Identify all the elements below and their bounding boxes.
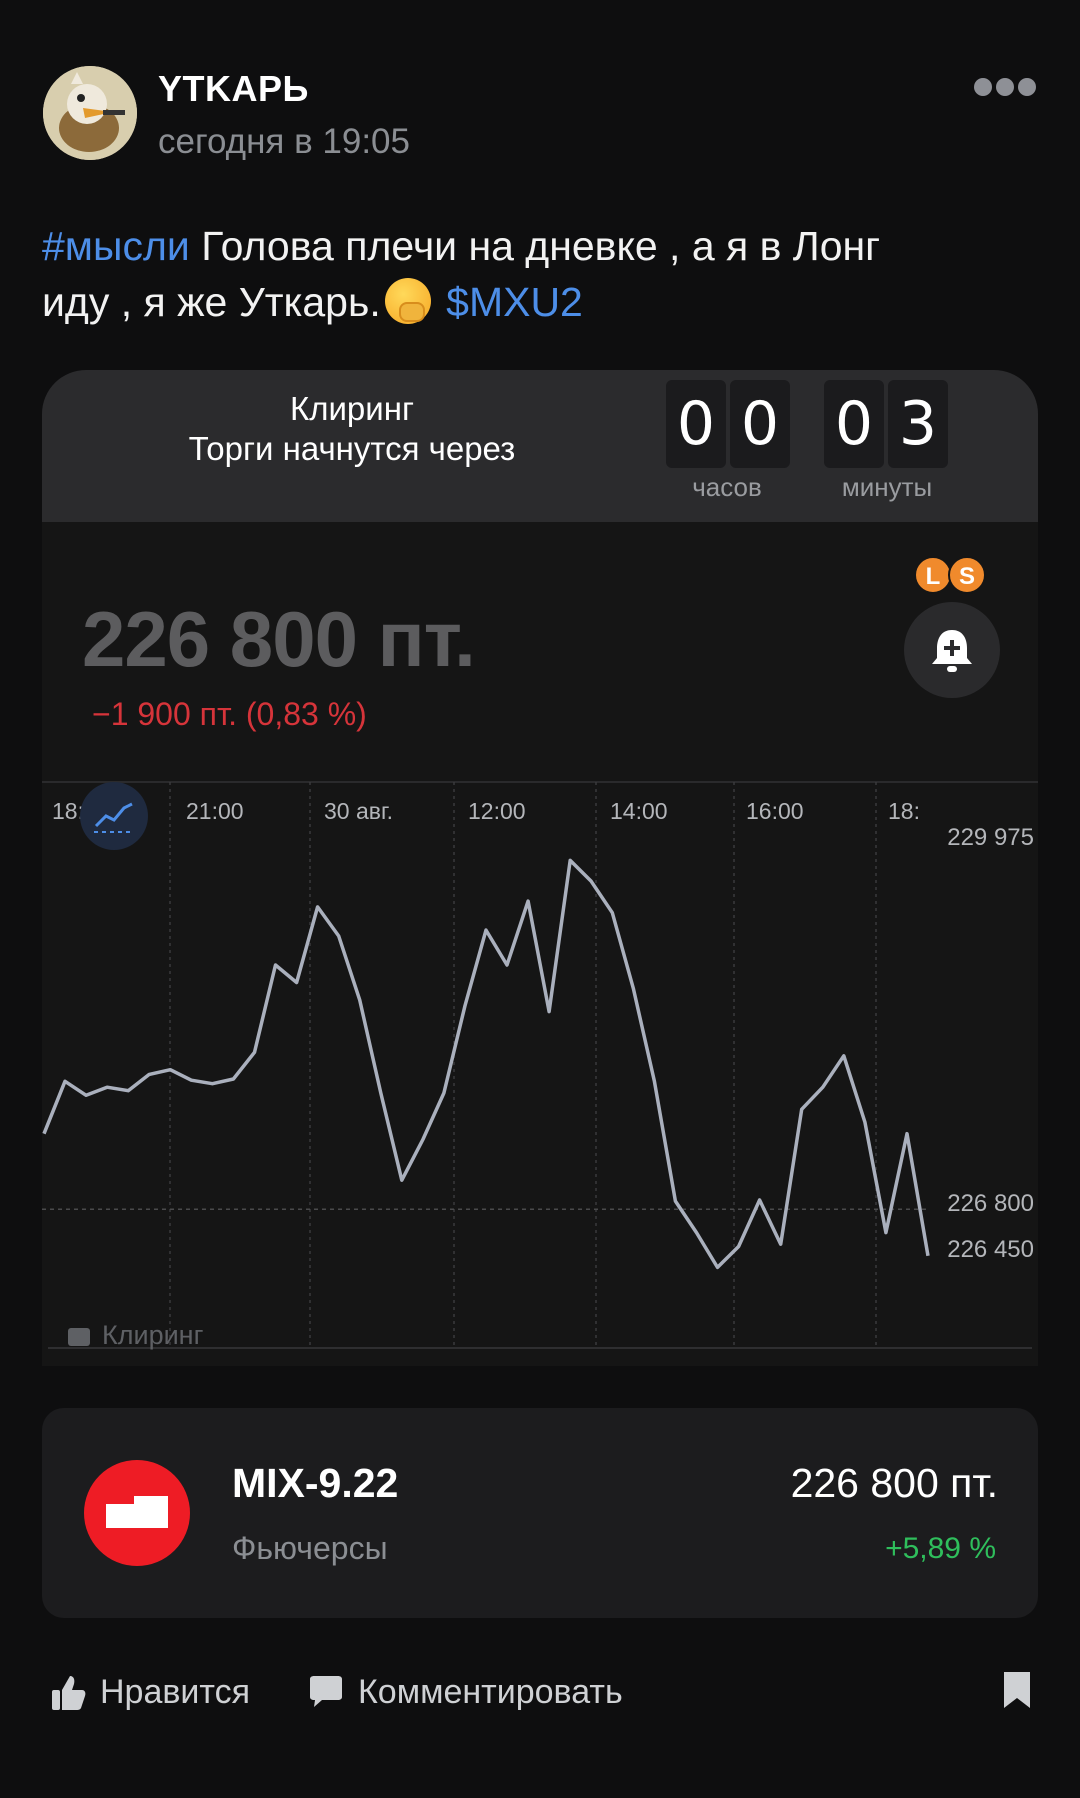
- add-alert-button[interactable]: [904, 602, 1000, 698]
- post-text-line1: Голова плечи на дневке , а я в Лонг: [189, 223, 881, 269]
- timer-minutes-label: минуты: [841, 472, 933, 502]
- like-label: Нравится: [100, 1672, 251, 1711]
- x-tick-label: 14:00: [610, 798, 668, 824]
- y-tick-label: 229 975: [947, 824, 1034, 851]
- timer-hours-digit-2: 0: [730, 380, 790, 468]
- thumbs-up-icon: [52, 1676, 86, 1710]
- timer-minutes-digit-2: 3: [888, 380, 948, 468]
- post-text-line2: иду , я же Уткарь.: [42, 279, 381, 325]
- instrument-widget: Клиринг Торги начнутся через 0 0 0 3 час…: [42, 370, 1038, 1366]
- comment-label: Комментировать: [358, 1672, 623, 1711]
- clearing-bar: Клиринг Торги начнутся через 0 0 0 3 час…: [42, 370, 1038, 522]
- instrument-type: Фьючерсы: [232, 1530, 388, 1566]
- trend-indicator-icon: [94, 802, 134, 833]
- clearing-subtitle: Торги начнутся через: [188, 430, 516, 467]
- like-button[interactable]: Нравится: [50, 1668, 250, 1716]
- x-tick-label: 16:00: [746, 798, 804, 824]
- price-chart-svg: [42, 781, 1038, 1349]
- author-avatar[interactable]: [43, 66, 137, 160]
- timer-hours-digit-1: 0: [666, 380, 726, 468]
- long-badge: L: [914, 556, 952, 594]
- x-tick-label: 18:: [888, 798, 920, 824]
- x-tick-label: 12:00: [468, 798, 526, 824]
- duck-avatar-icon: [43, 66, 137, 160]
- post-text: #мысли Голова плечи на дневке , а я в Ло…: [42, 218, 1042, 330]
- indicators-button[interactable]: [80, 782, 148, 850]
- more-options-icon[interactable]: [974, 76, 1038, 96]
- clearing-title: Клиринг: [290, 390, 414, 427]
- hashtag-link[interactable]: #мысли: [42, 223, 190, 269]
- face-with-hand-over-mouth-emoji-icon: [384, 278, 431, 324]
- price-chart[interactable]: 18:00 21:00 30 авг. 12:00 14:00 16:00 18…: [42, 780, 1038, 1366]
- x-tick-label: 21:00: [186, 798, 244, 824]
- post-time: сегодня в 19:05: [158, 122, 410, 161]
- ticker-link[interactable]: $MXU2: [446, 279, 583, 325]
- timer-minutes-digit-1: 0: [824, 380, 884, 468]
- lock-icon: [68, 1328, 90, 1346]
- y-tick-label: 226 450: [947, 1236, 1034, 1263]
- instrument-name: MIX-9.22: [232, 1460, 399, 1506]
- short-badge: S: [948, 556, 986, 594]
- moex-logo-icon: [84, 1460, 190, 1566]
- price-change: −1 900 пт. (0,83 %): [92, 696, 367, 732]
- author-name[interactable]: YTKAPЬ: [158, 68, 309, 110]
- instrument-card[interactable]: MIX-9.22 Фьючерсы 226 800 пт. +5,89 %: [42, 1408, 1038, 1618]
- bookmark-icon[interactable]: [1002, 1670, 1032, 1710]
- chart-lock-label: Клиринг: [68, 1320, 203, 1351]
- current-price: 226 800 пт.: [82, 595, 476, 683]
- x-tick-label: 30 авг.: [324, 798, 393, 824]
- comment-button[interactable]: Комментировать: [308, 1668, 623, 1716]
- instrument-price: 226 800 пт.: [790, 1460, 998, 1506]
- price-series-line: [42, 858, 930, 1270]
- instrument-change: +5,89 %: [885, 1532, 996, 1565]
- y-tick-label: 226 800: [947, 1190, 1034, 1217]
- timer-hours-label: часов: [692, 472, 762, 502]
- bell-plus-icon: [932, 630, 972, 672]
- comment-icon: [310, 1676, 342, 1707]
